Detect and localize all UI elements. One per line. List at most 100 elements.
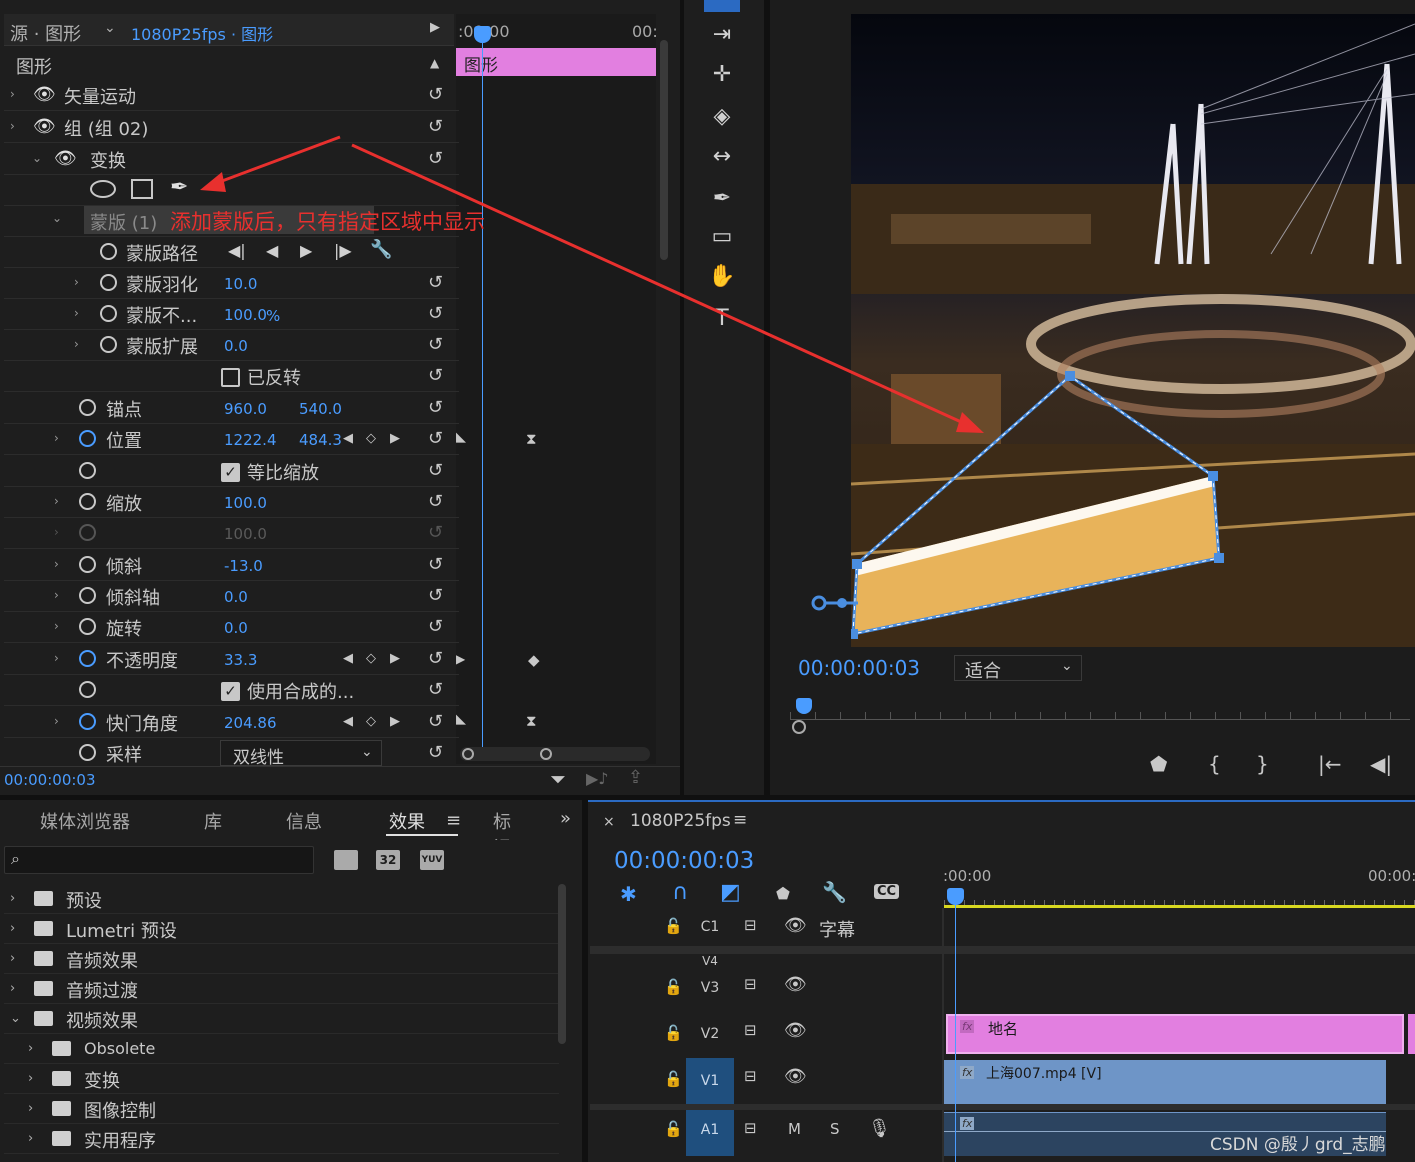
accelerated-effects-icon[interactable]	[334, 850, 358, 870]
prop-row-position[interactable]: › 位置 1222.4 484.3 ◀ ◇ ▶ ↺	[4, 424, 459, 455]
prop-row-inverted[interactable]: 已反转 ↺	[4, 361, 459, 392]
reset-icon[interactable]: ↺	[428, 616, 443, 637]
collapse-arrow-icon[interactable]: ▲	[430, 56, 439, 70]
tree-item-audio-transitions[interactable]: › 音频过渡	[4, 974, 559, 1004]
expand-twirl-icon[interactable]: ›	[54, 714, 59, 728]
reset-icon[interactable]: ↺	[428, 116, 443, 137]
ec-scrollbar[interactable]	[660, 40, 668, 260]
reset-icon[interactable]: ↺	[428, 491, 443, 512]
prev-keyframe-icon[interactable]: ◀	[343, 431, 353, 446]
ec-clip-bar[interactable]: 图形	[456, 48, 656, 76]
stopwatch-icon[interactable]	[79, 462, 96, 479]
zoom-handle-left[interactable]	[462, 748, 474, 760]
prop-row-vector-motion[interactable]: › 👁 矢量运动 ↺	[4, 80, 459, 111]
prop-row-scale[interactable]: › 缩放 100.0 ↺	[4, 487, 459, 518]
stopwatch-icon[interactable]	[79, 587, 96, 604]
play-audio-icon[interactable]: ▶♪	[586, 769, 609, 788]
program-mini-ruler[interactable]	[790, 700, 1410, 720]
track-c1[interactable]: 🔓 C1 ⊟ 👁 字幕	[590, 910, 945, 944]
add-keyframe-icon[interactable]: ◇	[366, 431, 376, 446]
expand-twirl-icon[interactable]: ›	[74, 275, 79, 289]
prop-row-mask-expansion[interactable]: › 蒙版扩展 0.0 ↺	[4, 330, 459, 361]
tree-item-transform[interactable]: › 变换	[4, 1064, 559, 1094]
wrench-icon[interactable]: 🔧	[370, 239, 392, 260]
add-keyframe-icon[interactable]: ◇	[366, 651, 376, 666]
stopwatch-icon[interactable]	[79, 681, 96, 698]
source-label[interactable]: 源 · 图形	[10, 20, 81, 46]
prop-value[interactable]: 0.0	[224, 337, 248, 355]
next-keyframe-icon[interactable]: ▶	[390, 651, 400, 666]
chevron-right-icon[interactable]: ›	[10, 921, 15, 936]
reset-icon[interactable]: ↺	[428, 365, 443, 386]
lock-icon[interactable]: 🔓	[664, 1070, 683, 1088]
prop-value-x[interactable]: 960.0	[224, 400, 267, 418]
stopwatch-icon[interactable]	[79, 618, 96, 635]
inverted-checkbox[interactable]	[221, 368, 240, 387]
next-keyframe-icon[interactable]: ▶	[390, 431, 400, 446]
prop-label[interactable]: 蒙版 (1)	[90, 209, 157, 235]
32bit-filter-badge[interactable]: 32	[376, 850, 400, 870]
reset-icon[interactable]: ↺	[428, 711, 443, 732]
reset-icon[interactable]: ↺	[428, 84, 443, 105]
prop-value[interactable]: 0.0	[224, 619, 248, 637]
reset-icon[interactable]: ↺	[428, 428, 443, 449]
prop-value[interactable]: 100.0	[224, 306, 267, 324]
timeline-playhead-handle[interactable]	[947, 888, 964, 905]
add-marker-icon[interactable]: ⬟	[1150, 752, 1167, 776]
track-select-icon[interactable]: ⇥	[706, 22, 738, 54]
stopwatch-icon[interactable]	[79, 556, 96, 573]
reset-icon[interactable]: ↺	[428, 742, 443, 763]
timeline-timecode[interactable]: 00:00:00:03	[614, 848, 754, 874]
add-marker-icon[interactable]: ⬟	[776, 884, 790, 903]
step-back-icon[interactable]: ◀|	[1370, 752, 1392, 776]
prop-value[interactable]: 100.0	[224, 494, 267, 512]
panel-menu-icon[interactable]: ≡	[446, 810, 461, 831]
fx-badge-icon[interactable]: fx	[960, 1117, 975, 1130]
lock-icon[interactable]: 🔓	[664, 978, 683, 996]
eye-icon[interactable]: 👁	[33, 116, 56, 137]
nest-toggle-icon[interactable]: ✱	[620, 882, 637, 906]
prop-row-opacity[interactable]: › 不透明度 33.3 ◀ ◇ ▶ ↺	[4, 644, 459, 675]
chevron-down-icon[interactable]: ⌄	[104, 20, 116, 36]
export-icon[interactable]: ⇪	[628, 767, 643, 788]
selection-tool-active[interactable]	[704, 0, 740, 12]
snap-magnet-icon[interactable]: ∩	[672, 880, 688, 905]
tab-info[interactable]: 信息	[286, 808, 322, 834]
track-name[interactable]: V3	[686, 980, 734, 996]
expand-twirl-icon[interactable]: ›	[10, 119, 15, 133]
track-v2[interactable]: 🔓 V2 ⊟ 👁	[590, 1012, 945, 1058]
expand-twirl-icon[interactable]: ›	[74, 306, 79, 320]
mute-button[interactable]: M	[788, 1120, 801, 1138]
expand-twirl-icon[interactable]: ›	[54, 431, 59, 445]
close-icon[interactable]: ×	[603, 814, 615, 830]
sync-lock-icon[interactable]: ⊟	[744, 916, 757, 934]
chevron-right-icon[interactable]: ›	[28, 1071, 33, 1086]
stopwatch-icon[interactable]	[79, 399, 96, 416]
program-timecode[interactable]: 00:00:00:03	[798, 656, 920, 680]
mask-bezier-handle[interactable]	[810, 592, 860, 614]
ec-footer-timecode[interactable]: 00:00:00:03	[4, 771, 96, 789]
pen-icon[interactable]: ✒	[706, 186, 738, 218]
tree-item-lumetri-presets[interactable]: › Lumetri 预设	[4, 914, 559, 944]
program-playhead[interactable]	[796, 698, 812, 714]
prop-row-use-comp-shutter[interactable]: ✓ 使用合成的... ↺	[4, 675, 459, 706]
reset-icon[interactable]: ↺	[428, 303, 443, 324]
stopwatch-icon[interactable]	[100, 336, 117, 353]
prop-value-y[interactable]: 484.3	[299, 431, 342, 449]
reset-icon[interactable]: ↺	[428, 460, 443, 481]
linked-selection-icon[interactable]: ◩	[720, 880, 741, 905]
type-icon[interactable]: T	[706, 306, 738, 338]
collapse-twirl-icon[interactable]: ⌄	[52, 211, 62, 225]
sync-lock-icon[interactable]: ⊟	[744, 1067, 757, 1085]
expand-twirl-icon[interactable]: ›	[54, 651, 59, 665]
track-prev-frame-icon[interactable]: ◀	[266, 241, 278, 260]
timeline-playhead[interactable]	[955, 896, 956, 1162]
wrench-icon[interactable]: 🔧	[822, 880, 847, 904]
expand-twirl-icon[interactable]: ›	[54, 557, 59, 571]
keyframe-marker-icon[interactable]: ◆	[528, 651, 540, 669]
hand-icon[interactable]: ✋	[706, 264, 738, 296]
lock-icon[interactable]: 🔓	[664, 917, 683, 935]
track-name[interactable]: V4	[686, 954, 734, 966]
prop-row-anchor[interactable]: 锚点 960.0 540.0 ↺	[4, 393, 459, 424]
slip-icon[interactable]: ↔	[706, 144, 738, 176]
